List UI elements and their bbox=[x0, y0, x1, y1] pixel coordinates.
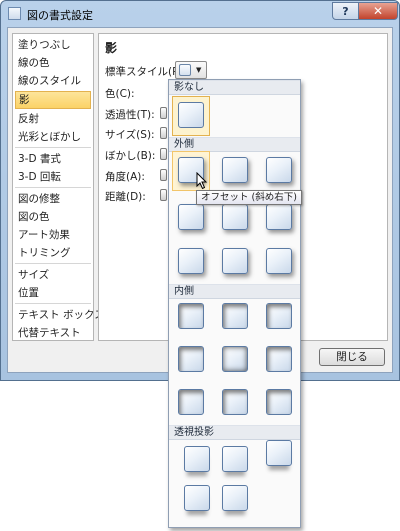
preset-outer-offset-bottom-left[interactable] bbox=[266, 157, 292, 183]
preset-label: 標準スタイル(P): bbox=[105, 66, 187, 78]
category-3d-format[interactable]: 3-D 書式 bbox=[15, 150, 91, 168]
preset-inner-bottom-left[interactable] bbox=[178, 389, 204, 415]
preset-inner-top-right[interactable] bbox=[266, 303, 292, 329]
preset-no-shadow[interactable] bbox=[178, 102, 204, 128]
color-label: 色(C): bbox=[105, 88, 135, 100]
category-position[interactable]: 位置 bbox=[15, 284, 91, 302]
category-shadow[interactable]: 影 bbox=[15, 91, 91, 109]
close-dialog-button[interactable]: 閉じる bbox=[319, 348, 385, 366]
category-size[interactable]: サイズ bbox=[15, 266, 91, 284]
distance-label: 距離(D): bbox=[105, 191, 146, 203]
category-line-style[interactable]: 線のスタイル bbox=[15, 72, 91, 90]
angle-slider[interactable] bbox=[160, 169, 167, 181]
distance-slider[interactable] bbox=[160, 189, 167, 201]
category-picture-color[interactable]: 図の色 bbox=[15, 208, 91, 226]
preset-preview bbox=[179, 64, 191, 76]
blur-label: ぼかし(B): bbox=[105, 150, 156, 162]
preset-outer-offset-top-right[interactable] bbox=[178, 248, 204, 274]
category-list: 塗りつぶし 線の色 線のスタイル 影 反射 光彩とぼかし 3-D 書式 3-D … bbox=[12, 33, 105, 342]
mouse-pointer-icon bbox=[196, 172, 208, 190]
category-divider bbox=[15, 147, 91, 148]
preset-inner-center[interactable] bbox=[222, 346, 248, 372]
angle-label: 角度(A): bbox=[105, 171, 145, 183]
close-icon: ✕ bbox=[372, 4, 384, 18]
category-crop[interactable]: トリミング bbox=[15, 244, 91, 262]
chevron-down-icon: ▼ bbox=[196, 66, 202, 74]
panel-title: 影 bbox=[105, 41, 118, 55]
help-icon: ? bbox=[342, 4, 349, 18]
preset-perspective-diagonal-upper-left[interactable] bbox=[184, 446, 210, 472]
category-divider bbox=[15, 187, 91, 188]
category-alt-text[interactable]: 代替テキスト bbox=[15, 324, 91, 342]
size-slider[interactable] bbox=[160, 127, 167, 139]
preset-outer-offset-left[interactable] bbox=[266, 204, 292, 230]
category-3d-rotation[interactable]: 3-D 回転 bbox=[15, 168, 91, 186]
title-bar[interactable]: 図の書式設定 ? ✕ bbox=[1, 1, 399, 27]
transparency-slider[interactable] bbox=[160, 107, 167, 119]
preset-inner-right[interactable] bbox=[266, 346, 292, 372]
category-text-box[interactable]: テキスト ボックス bbox=[15, 306, 105, 324]
preset-outer-offset-top-left[interactable] bbox=[266, 248, 292, 274]
category-fill[interactable]: 塗りつぶし bbox=[15, 36, 91, 54]
preset-perspective-diagonal-lower-right[interactable] bbox=[222, 485, 248, 511]
preset-inner-top-left[interactable] bbox=[178, 303, 204, 329]
category-divider bbox=[15, 263, 91, 264]
preset-outer-offset-top[interactable] bbox=[222, 248, 248, 274]
preset-perspective-below[interactable] bbox=[266, 440, 292, 466]
section-header-no-shadow: 影なし bbox=[169, 80, 300, 95]
preset-inner-bottom-right[interactable] bbox=[266, 389, 292, 415]
size-label: サイズ(S): bbox=[105, 129, 155, 141]
preset-inner-bottom[interactable] bbox=[222, 389, 248, 415]
blur-slider[interactable] bbox=[160, 148, 167, 160]
category-reflection[interactable]: 反射 bbox=[15, 110, 91, 128]
close-button[interactable]: ✕ bbox=[358, 2, 398, 20]
section-header-perspective: 透視投影 bbox=[169, 425, 300, 440]
preset-tooltip: オフセット (斜め右下) bbox=[196, 190, 302, 205]
category-line-color[interactable]: 線の色 bbox=[15, 54, 91, 72]
window-title: 図の書式設定 bbox=[27, 9, 93, 22]
preset-outer-offset-bottom[interactable] bbox=[222, 157, 248, 183]
preset-perspective-diagonal-upper-right[interactable] bbox=[222, 446, 248, 472]
window-icon bbox=[8, 7, 21, 20]
section-header-outer: 外側 bbox=[169, 137, 300, 152]
shadow-preset-gallery: 影なし 外側 内側 透視投影 bbox=[168, 79, 301, 528]
preset-inner-left[interactable] bbox=[178, 346, 204, 372]
transparency-label: 透過性(T): bbox=[105, 109, 155, 121]
preset-outer-offset-right[interactable] bbox=[178, 204, 204, 230]
preset-inner-top[interactable] bbox=[222, 303, 248, 329]
preset-perspective-diagonal-lower-left[interactable] bbox=[184, 485, 210, 511]
category-divider bbox=[15, 303, 91, 304]
preset-dropdown-button[interactable]: ▼ bbox=[175, 61, 207, 79]
preset-outer-offset-center[interactable] bbox=[222, 204, 248, 230]
section-header-inner: 内側 bbox=[169, 284, 300, 299]
category-artistic-effects[interactable]: アート効果 bbox=[15, 226, 91, 244]
help-button[interactable]: ? bbox=[332, 2, 359, 20]
category-picture-corrections[interactable]: 図の修整 bbox=[15, 190, 91, 208]
category-glow-soft-edges[interactable]: 光彩とぼかし bbox=[15, 128, 91, 146]
